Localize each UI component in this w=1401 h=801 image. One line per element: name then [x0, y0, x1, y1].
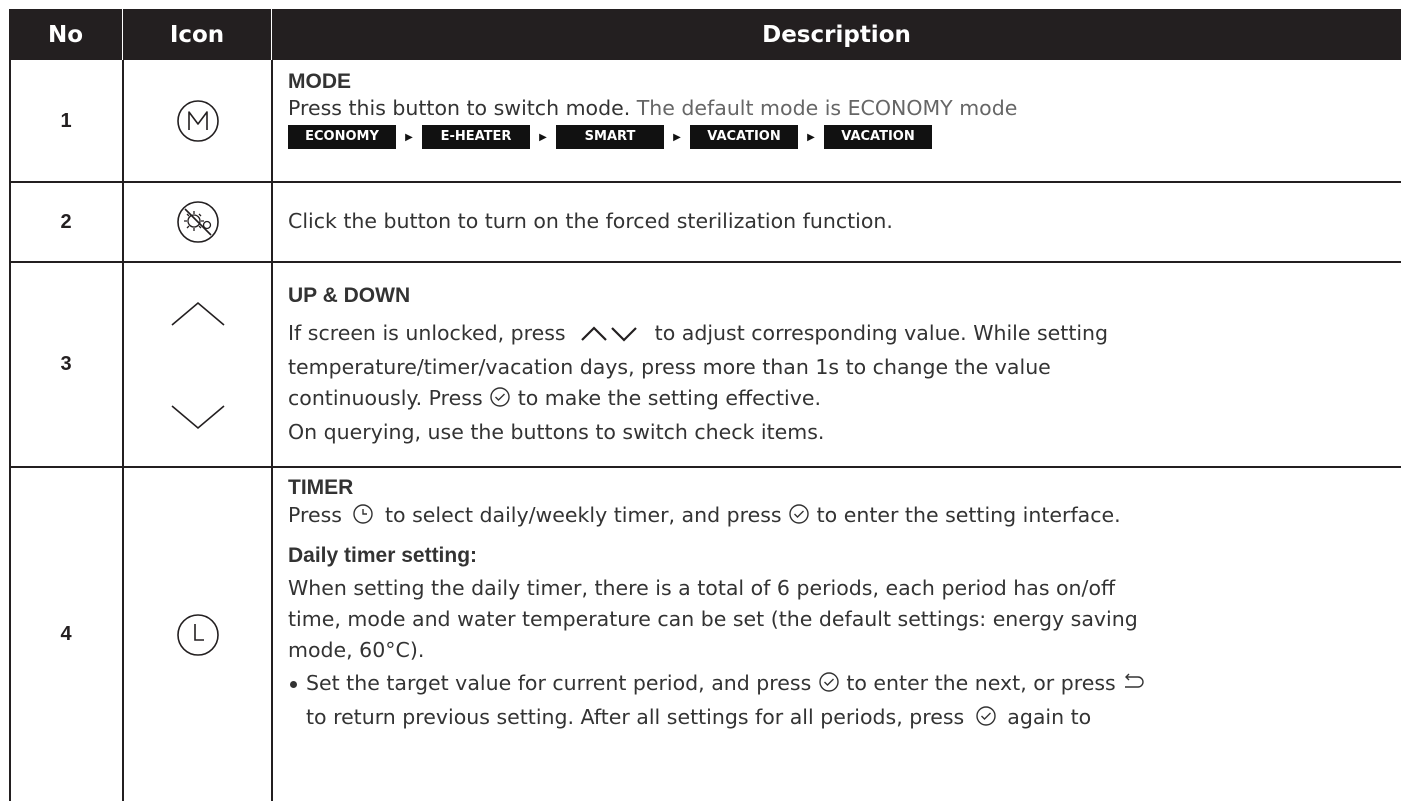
row-2-description: Click the button to turn on the forced s…: [288, 209, 893, 233]
mode-button-icon: [123, 61, 272, 181]
mode-instructions: Press this button to switch mode. The de…: [288, 95, 1394, 122]
arrow-right-icon: ▶: [405, 131, 413, 143]
mode-tag: E-HEATER: [422, 125, 530, 149]
return-icon: [1122, 671, 1146, 702]
arrow-right-icon: ▶: [539, 131, 547, 143]
bullet-dot: [290, 681, 297, 688]
text: to select daily/weekly timer, and press: [385, 503, 782, 527]
clock-icon: [352, 503, 374, 533]
row-1-description: MODE Press this button to switch mode. T…: [288, 69, 1394, 149]
chevron-down-icon: [123, 397, 272, 437]
sterilization-icon: [123, 183, 272, 261]
text: to return previous setting. After all se…: [306, 705, 965, 729]
check-circle-icon: [975, 705, 997, 736]
paragraph-line: When setting the daily timer, there is a…: [288, 576, 1116, 600]
header-description: Description: [272, 9, 1401, 60]
text: to enter the setting interface.: [816, 503, 1121, 527]
mode-tag: VACATION: [690, 125, 798, 149]
text: If screen is unlocked, press: [288, 321, 566, 345]
text: again to: [1007, 705, 1092, 729]
paragraph: If screen is unlocked, press to adjust c…: [288, 318, 1394, 352]
text: The default mode is ECONOMY mode: [636, 96, 1018, 120]
paragraph-line: to return previous setting. After all se…: [306, 702, 1394, 736]
paragraph-line: Set the target value for current period,…: [306, 668, 1394, 702]
row-number: 4: [60, 623, 72, 645]
text: Press this button to switch mode.: [288, 96, 631, 120]
paragraph: continuously. Press to make the setting …: [288, 383, 1394, 417]
check-circle-icon: [788, 503, 810, 533]
row-number: 2: [60, 210, 72, 233]
mode-tag: SMART: [556, 125, 664, 149]
paragraph-line: time, mode and water temperature can be …: [288, 607, 1138, 631]
check-circle-icon: [489, 386, 511, 417]
text: continuously. Press: [288, 386, 483, 410]
arrow-right-icon: ▶: [807, 131, 815, 143]
text: Set the target value for current period,…: [306, 671, 812, 695]
row-3-description: UP & DOWN If screen is unlocked, press t…: [288, 281, 1394, 448]
paragraph: temperature/timer/vacation days, press m…: [288, 355, 1051, 379]
divider: [9, 261, 1401, 263]
section-title: TIMER: [288, 476, 354, 499]
check-circle-icon: [818, 671, 840, 702]
subsection-title: Daily timer setting:: [288, 544, 478, 567]
text: to enter the next, or press: [846, 671, 1116, 695]
mode-tag: ECONOMY: [288, 125, 396, 149]
paragraph: Press to select daily/weekly timer, and …: [288, 500, 1394, 533]
arrow-right-icon: ▶: [673, 131, 681, 143]
header-no: No: [9, 9, 122, 60]
text: to adjust corresponding value. While set…: [654, 321, 1109, 345]
text: Press: [288, 503, 342, 527]
up-down-icon: [580, 321, 640, 352]
mode-tag: VACATION: [824, 125, 932, 149]
list-item: Set the target value for current period,…: [288, 668, 1394, 736]
paragraph: On querying, use the buttons to switch c…: [288, 420, 825, 444]
chevron-up-icon: [123, 294, 272, 334]
daily-timer-text: When setting the daily timer, there is a…: [288, 573, 1394, 666]
row-number: 1: [60, 109, 72, 132]
row-number: 3: [60, 353, 72, 375]
section-title: MODE: [288, 70, 351, 93]
paragraph-line: mode, 60°C).: [288, 638, 425, 662]
header-icon: Icon: [123, 9, 271, 60]
timer-clock-icon: [123, 468, 272, 801]
section-title: UP & DOWN: [288, 284, 411, 307]
text: to make the setting effective.: [517, 386, 821, 410]
mode-sequence: ECONOMY ▶ E-HEATER ▶ SMART ▶ VACATION ▶ …: [288, 125, 1394, 149]
function-table: No Icon Description 1 MODE Press this bu…: [9, 9, 1401, 801]
row-4-description: TIMER Press to select daily/weekly timer…: [288, 476, 1394, 736]
